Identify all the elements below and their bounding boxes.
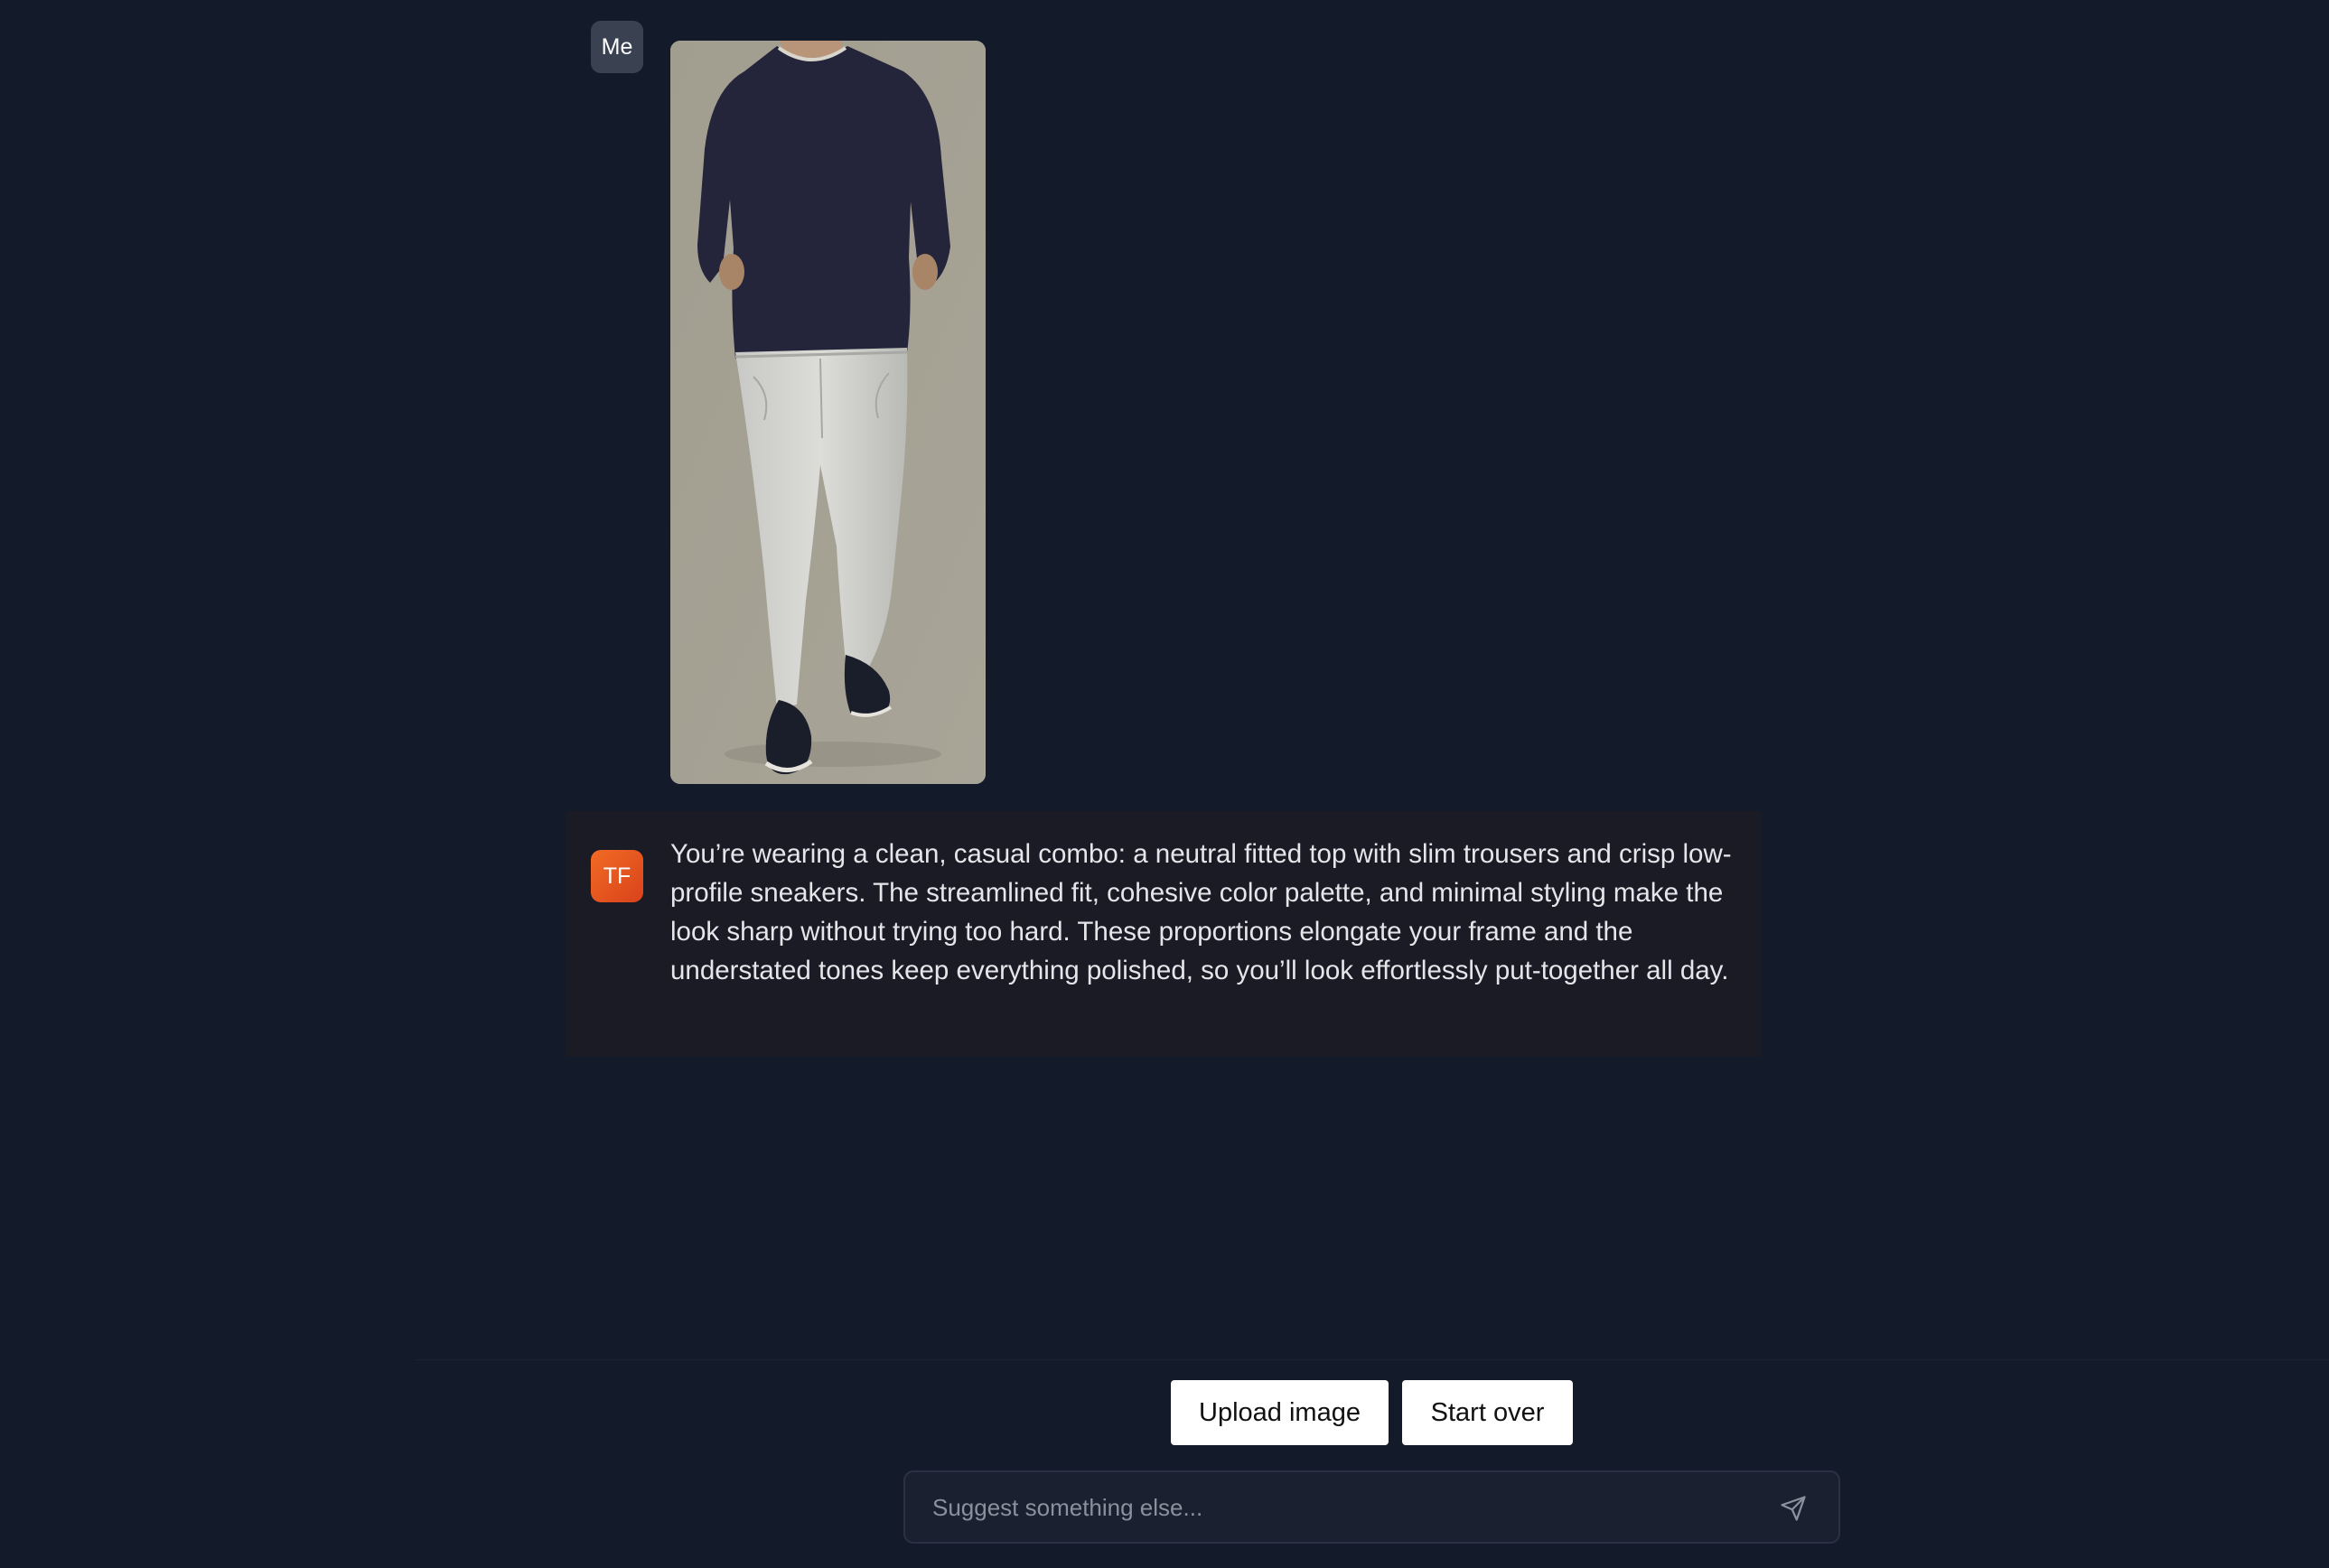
- user-avatar: Me: [591, 21, 643, 73]
- footer-divider: [416, 1359, 2329, 1360]
- message-composer: [903, 1470, 1840, 1544]
- assistant-message-text: You’re wearing a clean, casual combo: a …: [670, 839, 1732, 985]
- upload-image-button[interactable]: Upload image: [1171, 1380, 1389, 1445]
- assistant-avatar: TF: [591, 850, 643, 902]
- send-button[interactable]: [1775, 1490, 1811, 1526]
- send-icon: [1781, 1496, 1806, 1521]
- start-over-button[interactable]: Start over: [1402, 1380, 1573, 1445]
- uploaded-outfit-image: [670, 41, 986, 784]
- assistant-avatar-label: TF: [603, 863, 631, 889]
- chat-page: Me TF You’re wearing a clean, casual com…: [0, 0, 2329, 1568]
- suggestion-input[interactable]: [931, 1472, 1765, 1544]
- user-avatar-label: Me: [601, 33, 633, 60]
